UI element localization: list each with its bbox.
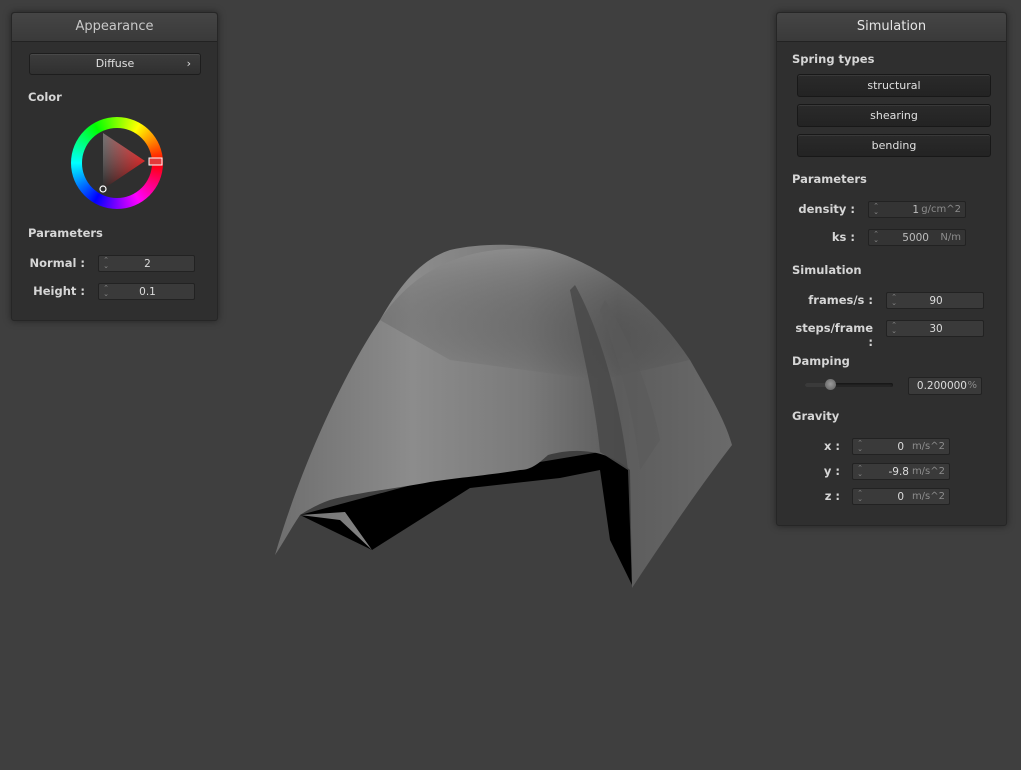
spring-types-label: Spring types	[792, 52, 875, 66]
color-wheel[interactable]	[71, 117, 163, 209]
spinner-icon[interactable]: ⌃ ⌄	[873, 231, 879, 244]
bending-button[interactable]: bending	[797, 134, 991, 157]
ks-label: ks :	[831, 230, 855, 244]
saturation-triangle[interactable]	[71, 117, 163, 209]
simulation-panel: Simulation Spring types structural shear…	[776, 12, 1007, 526]
gravity-y-label: y :	[823, 464, 840, 478]
steps-per-frame-input[interactable]: ⌃ ⌄ 30	[886, 320, 984, 337]
height-label: Height :	[33, 284, 85, 298]
structural-button[interactable]: structural	[797, 74, 991, 97]
gravity-x-input[interactable]: ⌃ ⌄ 0 m/s^2	[852, 438, 950, 455]
density-label: density :	[798, 202, 855, 216]
density-input[interactable]: ⌃ ⌄ 1 g/cm^2	[868, 201, 966, 218]
appearance-title: Appearance	[12, 13, 217, 42]
gravity-z-input[interactable]: ⌃ ⌄ 0 m/s^2	[852, 488, 950, 505]
steps-per-frame-label: steps/frame :	[795, 321, 873, 349]
simulation-parameters-label: Parameters	[792, 172, 867, 186]
gravity-x-label: x :	[823, 439, 840, 453]
ks-input[interactable]: ⌃ ⌄ 5000 N/m	[868, 229, 966, 246]
appearance-parameters-label: Parameters	[28, 226, 103, 240]
shader-dropdown[interactable]: Diffuse ›	[29, 53, 201, 75]
simulation-title: Simulation	[777, 13, 1006, 42]
gravity-y-input[interactable]: ⌃ ⌄ -9.8 m/s^2	[852, 463, 950, 480]
damping-slider[interactable]	[805, 379, 893, 391]
shearing-button[interactable]: shearing	[797, 104, 991, 127]
spinner-icon[interactable]: ⌃ ⌄	[857, 440, 863, 453]
spinner-icon[interactable]: ⌃ ⌄	[857, 465, 863, 478]
normal-input[interactable]: ⌃ ⌄ 2	[98, 255, 195, 272]
spinner-icon[interactable]: ⌃ ⌄	[857, 490, 863, 503]
appearance-panel: Appearance Diffuse › Color Parameters No…	[11, 12, 218, 321]
frames-per-second-input[interactable]: ⌃ ⌄ 90	[886, 292, 984, 309]
simulation-section-label: Simulation	[792, 263, 862, 277]
damping-slider-handle[interactable]	[825, 379, 836, 390]
damping-input[interactable]: 0.200000 %	[908, 377, 982, 395]
color-label: Color	[28, 90, 62, 104]
gravity-label: Gravity	[792, 409, 840, 423]
shader-dropdown-label: Diffuse	[95, 57, 135, 70]
hue-selector-handle	[148, 157, 163, 166]
chevron-right-icon: ›	[186, 57, 191, 70]
gravity-z-label: z :	[824, 489, 840, 503]
frames-per-second-label: frames/s :	[808, 293, 873, 307]
spinner-icon[interactable]: ⌃ ⌄	[873, 203, 879, 216]
damping-label: Damping	[792, 354, 850, 368]
height-input[interactable]: ⌃ ⌄ 0.1	[98, 283, 195, 300]
normal-label: Normal :	[29, 256, 85, 270]
